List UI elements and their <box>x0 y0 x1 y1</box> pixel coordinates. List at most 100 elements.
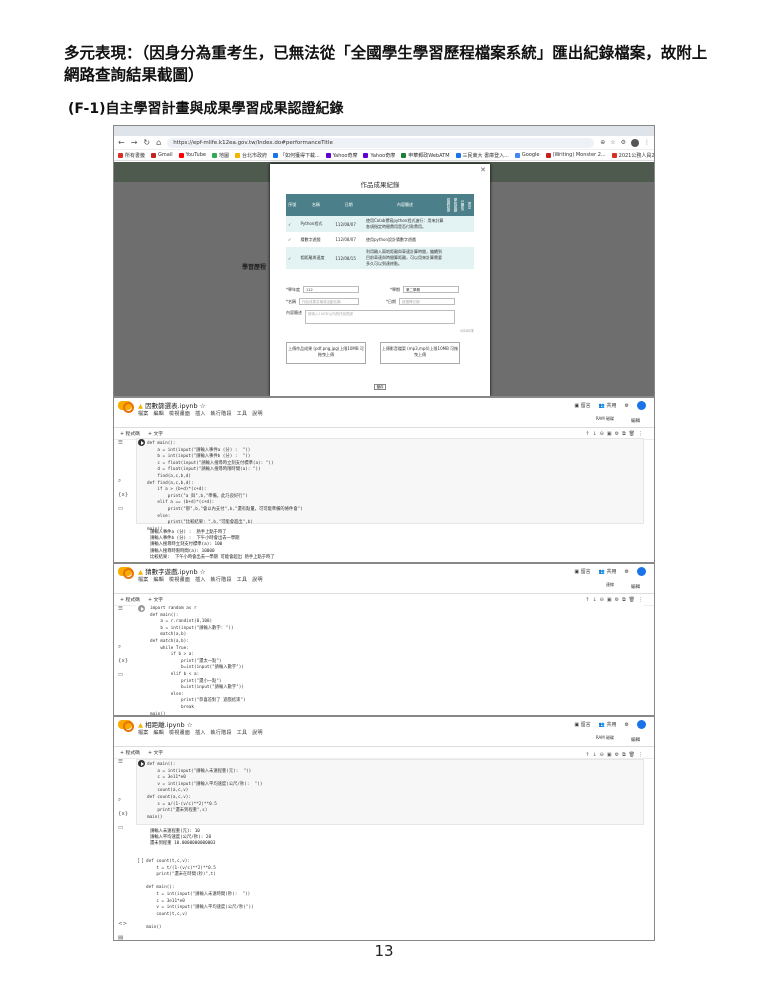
run-button[interactable] <box>138 760 145 767</box>
bookmark-item[interactable]: 申華郵政WebATM <box>401 152 450 159</box>
add-code-button[interactable]: + 程式碼 <box>120 596 140 603</box>
char-counter: 0/100字 <box>460 329 474 333</box>
status-check-icon: ✓ <box>286 232 299 247</box>
colab-screenshot-1: ▲ 因數篩選表.ipynb ☆ 檔案 編輯 檢視畫面 插入 執行階段 工具 說明… <box>113 397 655 563</box>
cell-toolbar[interactable]: ↑↓⊖▣⚙⧉🗑⋮ <box>585 597 646 603</box>
code-cell[interactable]: def main(): a = int(input("請輸入未遠程重(元): "… <box>136 759 644 825</box>
run-button[interactable] <box>138 605 145 612</box>
bookmark-item[interactable]: Yahoo奇摩 <box>325 152 357 159</box>
bookmark-item[interactable]: 地圖 <box>211 152 229 159</box>
date-label: *日期 <box>386 298 396 304</box>
browser-nav-buttons[interactable]: ← → ↻ ⌂ <box>118 138 161 147</box>
bookmark-item[interactable]: (Writing) Monster 2... <box>545 152 606 158</box>
bookmark-item[interactable]: Gmail <box>151 152 173 158</box>
bookmark-item[interactable]: 三民東大 書庫登入... <box>455 152 509 159</box>
url-field[interactable]: https://epf-mlife.k12ea.gov.tw/Index.do#… <box>167 137 595 148</box>
left-sidebar: ☰ ⌕ {x} ▭ <box>114 606 130 715</box>
comment-button[interactable]: ▣ 留言 <box>574 402 590 409</box>
code-cell-2[interactable]: def count(t,c,v): t = t/(1-(v/c)**2)**0.… <box>136 857 644 939</box>
add-code-button[interactable]: + 程式碼 <box>120 749 140 756</box>
term-select[interactable]: 第二學期 <box>403 286 459 293</box>
menu-bar[interactable]: 檔案 編輯 檢視畫面 插入 執行階段 工具 說明 <box>138 729 263 736</box>
cell-toolbar[interactable]: ↑↓⊖▣⚙⧉🗑⋮ <box>585 431 646 437</box>
menu-icon: ⋮ <box>644 139 650 146</box>
add-code-button[interactable]: + 程式碼 <box>120 430 140 437</box>
notebook-title[interactable]: ▲ 相距離.ipynb ☆ <box>138 719 193 729</box>
variables-icon: {x} <box>118 492 129 498</box>
bookmark-item[interactable]: 2021公務人員2000... <box>611 152 654 159</box>
table-cell: 使用Colab撰寫python程式進行：用來計算各項指定時間費用是否付款費用。 <box>364 216 446 233</box>
close-icon[interactable]: ✕ <box>480 166 486 174</box>
menu-bar[interactable]: 檔案 編輯 檢視畫面 插入 執行階段 工具 說明 <box>138 576 263 583</box>
connect-button[interactable]: 連線 <box>606 582 614 588</box>
share-button[interactable]: 👥 共用 <box>599 721 617 728</box>
bookmark-icon <box>514 152 520 158</box>
table-cell <box>467 246 474 270</box>
home-icon: ⌂ <box>156 138 162 147</box>
upload-media-button[interactable]: 上傳影音檔案 (mp3,mp4)上限10MB 可拖曳上傳 <box>380 342 460 364</box>
table-cell: 112/08/07 <box>333 216 364 233</box>
date-field[interactable]: 請選擇日期 <box>399 298 455 305</box>
bookmark-icon <box>118 152 123 158</box>
avatar[interactable] <box>637 567 646 576</box>
folder-icon: ▭ <box>118 825 124 831</box>
table-cell: 使用python設計猜數字遊戲 <box>364 232 446 247</box>
ram-indicator[interactable]: RAM 磁碟 <box>596 416 614 422</box>
folder-icon: ▭ <box>118 672 124 678</box>
notebook-title[interactable]: ▲ 猜數字遊戲.ipynb ☆ <box>138 566 206 576</box>
avatar[interactable] <box>631 138 639 147</box>
desc-field[interactable]: 請填入100字以內的作品簡述 <box>305 310 455 324</box>
table-cell <box>446 216 453 233</box>
table-row[interactable]: ✓ 相距離與速度 112/08/15 利用輸入兩地距離與車速計算時間，繼續到目前車速與… <box>286 246 474 270</box>
table-cell: 112/08/15 <box>333 246 364 270</box>
edit-mode-button[interactable]: 編輯 <box>631 737 640 743</box>
record-form: *學年度 112 *學期 第二學期 *名稱 作品成果名稱或活動名稱 *日期 請選… <box>286 286 474 364</box>
bookmark-item[interactable]: 所有書籤 <box>118 152 145 159</box>
share-button[interactable]: 👥 共用 <box>599 402 617 409</box>
upload-work-button[interactable]: 上傳作品成果 (pdf,png,jpg)上限10MB 可拖曳上傳 <box>286 342 366 364</box>
bookmark-item[interactable]: YouTube <box>178 152 206 158</box>
bookmark-item[interactable]: Google <box>514 152 540 158</box>
code-content[interactable]: import random as r def main(): a = r.ran… <box>150 606 246 715</box>
run-button[interactable] <box>138 439 145 446</box>
search-icon: ⌕ <box>118 478 122 484</box>
name-field[interactable]: 作品成果名稱或活動名稱 <box>299 298 359 305</box>
add-text-button[interactable]: + 文字 <box>148 430 163 437</box>
code-content[interactable]: def main(): a = int(input("請輸入事件a (分) : … <box>147 441 303 533</box>
edit-mode-button[interactable]: 編輯 <box>631 584 640 590</box>
code-cell[interactable]: def main(): a = int(input("請輸入事件a (分) : … <box>136 438 644 532</box>
cell-toolbar[interactable]: ↑↓⊖▣⚙⧉🗑⋮ <box>585 752 646 758</box>
menu-bar[interactable]: 檔案 編輯 檢視畫面 插入 執行階段 工具 說明 <box>138 410 263 417</box>
gear-icon[interactable]: ⚙ <box>625 403 629 409</box>
table-row[interactable]: ✓ Python程式 112/08/07 使用Colab撰寫python程式進行：用來… <box>286 216 474 233</box>
gear-icon[interactable]: ⚙ <box>625 722 629 728</box>
save-button[interactable]: 儲存 <box>374 384 386 390</box>
variables-icon: {x} <box>118 658 129 664</box>
reload-icon: ↻ <box>143 138 151 147</box>
bookmark-item[interactable]: Yahoo奇摩 <box>363 152 395 159</box>
ram-indicator[interactable]: RAM 磁碟 <box>596 735 614 741</box>
bookmark-icon <box>401 152 407 158</box>
year-field[interactable]: 112 <box>303 286 359 293</box>
add-text-button[interactable]: + 文字 <box>148 749 163 756</box>
colab-screenshot-3: ▲ 相距離.ipynb ☆ 檔案 編輯 檢視畫面 插入 執行階段 工具 說明 ▣… <box>113 716 655 941</box>
comment-button[interactable]: ▣ 留言 <box>574 721 590 728</box>
bookmark-item[interactable]: 「如何獲得下載... <box>272 152 320 159</box>
comment-button[interactable]: ▣ 留言 <box>574 568 590 575</box>
table-cell <box>467 216 474 233</box>
code-content[interactable]: def main(): a = int(input("請輸入未遠程重(元): "… <box>147 762 262 821</box>
notebook-title[interactable]: ▲ 因數篩選表.ipynb ☆ <box>138 400 206 410</box>
bookmark-item[interactable]: 台北市政府 <box>234 152 267 159</box>
share-button[interactable]: 👥 共用 <box>599 568 617 575</box>
avatar[interactable] <box>637 401 646 410</box>
table-row[interactable]: ✓ 猜數字遊戲 112/08/07 使用python設計猜數字遊戲 <box>286 232 474 247</box>
code-cell[interactable]: import random as r def main(): a = r.ran… <box>136 604 644 715</box>
add-text-button[interactable]: + 文字 <box>148 596 163 603</box>
edit-mode-button[interactable]: 編輯 <box>631 418 640 424</box>
status-check-icon: ✓ <box>286 216 299 233</box>
gear-icon[interactable]: ⚙ <box>625 569 629 575</box>
table-header: 內容簡述 <box>364 194 446 216</box>
code-content-2[interactable]: def count(t,c,v): t = t/(1-(v/c)**2)**0.… <box>146 859 254 932</box>
variables-icon: {x} <box>118 811 129 817</box>
avatar[interactable] <box>637 720 646 729</box>
